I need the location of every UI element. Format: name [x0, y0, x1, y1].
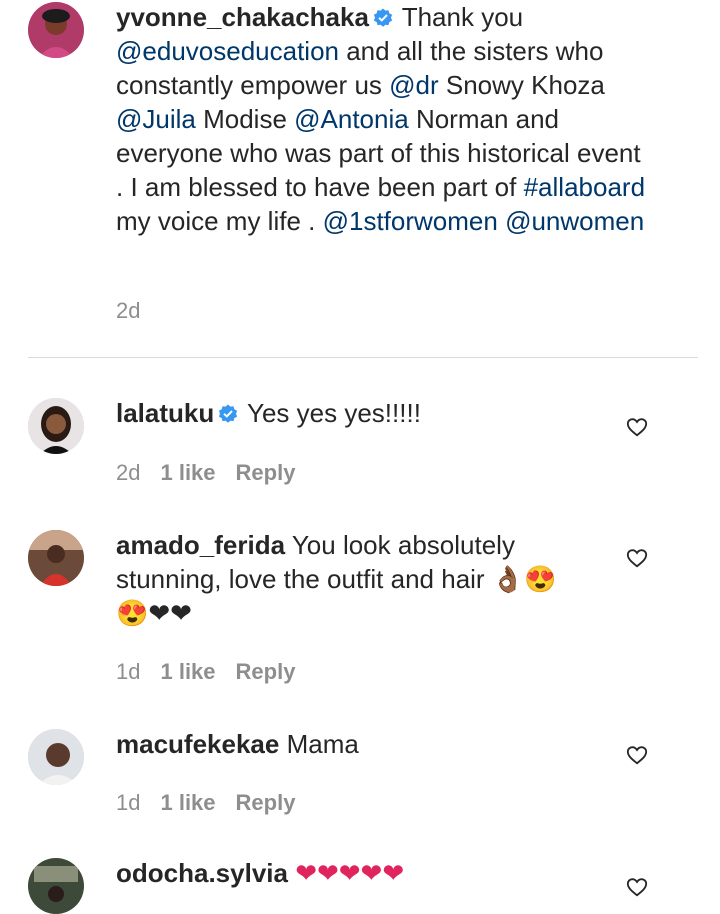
comment-username[interactable]: lalatuku	[116, 398, 214, 428]
heart-icon[interactable]	[626, 547, 648, 569]
comment-text: lalatuku Yes yes yes!!!!!	[116, 396, 586, 430]
avatar[interactable]	[28, 729, 84, 785]
reply-button[interactable]: Reply	[236, 790, 296, 816]
avatar[interactable]	[28, 858, 84, 914]
like-count[interactable]: 1 like	[160, 460, 215, 486]
divider	[28, 357, 698, 358]
comment-text: odocha.sylvia ❤❤❤❤❤	[116, 856, 586, 890]
mention-link[interactable]: @unwomen	[505, 206, 644, 236]
caption-timestamp: 2d	[116, 298, 141, 323]
mention-link[interactable]: @Antonia	[294, 104, 409, 134]
avatar[interactable]	[28, 398, 84, 454]
comment-body: Yes yes yes!!!!!	[247, 398, 421, 428]
comment-timestamp: 1d	[116, 790, 141, 815]
heart-icon[interactable]	[626, 876, 648, 898]
comment-timestamp: 2d	[116, 460, 141, 485]
caption-username[interactable]: yvonne_chakachaka	[116, 2, 369, 32]
heart-icon[interactable]	[626, 416, 648, 438]
comment-meta: 2d 1 like Reply	[116, 460, 295, 486]
avatar[interactable]	[28, 2, 84, 58]
comment-username[interactable]: macufekekae	[116, 729, 279, 759]
comment-body: ❤❤❤❤❤	[295, 858, 405, 888]
reply-button[interactable]: Reply	[236, 659, 296, 685]
caption-segment: Snowy Khoza	[438, 70, 605, 100]
like-count[interactable]: 1 like	[160, 659, 215, 685]
mention-link[interactable]: #allaboard	[524, 172, 645, 202]
avatar[interactable]	[28, 530, 84, 586]
comment-username[interactable]: odocha.sylvia	[116, 858, 288, 888]
comment-meta: 1d 1 like Reply	[116, 659, 295, 685]
mention-link[interactable]: @Juila	[116, 104, 196, 134]
verified-badge-icon	[373, 8, 393, 27]
comment-meta: 1d 1 like Reply	[116, 790, 295, 816]
comment-text: macufekekae Mama	[116, 727, 586, 761]
caption-segment: Modise	[195, 104, 295, 134]
caption-segment: my voice my life .	[116, 206, 323, 236]
heart-icon[interactable]	[626, 744, 648, 766]
comment-username[interactable]: amado_ferida	[116, 530, 285, 560]
mention-link[interactable]: @eduvoseducation	[116, 36, 339, 66]
mention-link[interactable]: @dr	[389, 70, 439, 100]
comment-timestamp: 1d	[116, 659, 141, 684]
comment-text: amado_ferida You look absolutely stunnin…	[116, 528, 586, 630]
caption-segment: Thank you	[401, 2, 524, 32]
caption-body: Thank you @eduvoseducation and all the s…	[116, 2, 645, 236]
comment-body: Mama	[286, 729, 359, 759]
reply-button[interactable]: Reply	[236, 460, 296, 486]
caption-segment	[498, 206, 505, 236]
verified-badge-icon	[219, 404, 238, 423]
like-count[interactable]: 1 like	[160, 790, 215, 816]
caption-text: yvonne_chakachaka Thank you @eduvoseduca…	[116, 0, 646, 238]
mention-link[interactable]: @1stforwomen	[323, 206, 498, 236]
